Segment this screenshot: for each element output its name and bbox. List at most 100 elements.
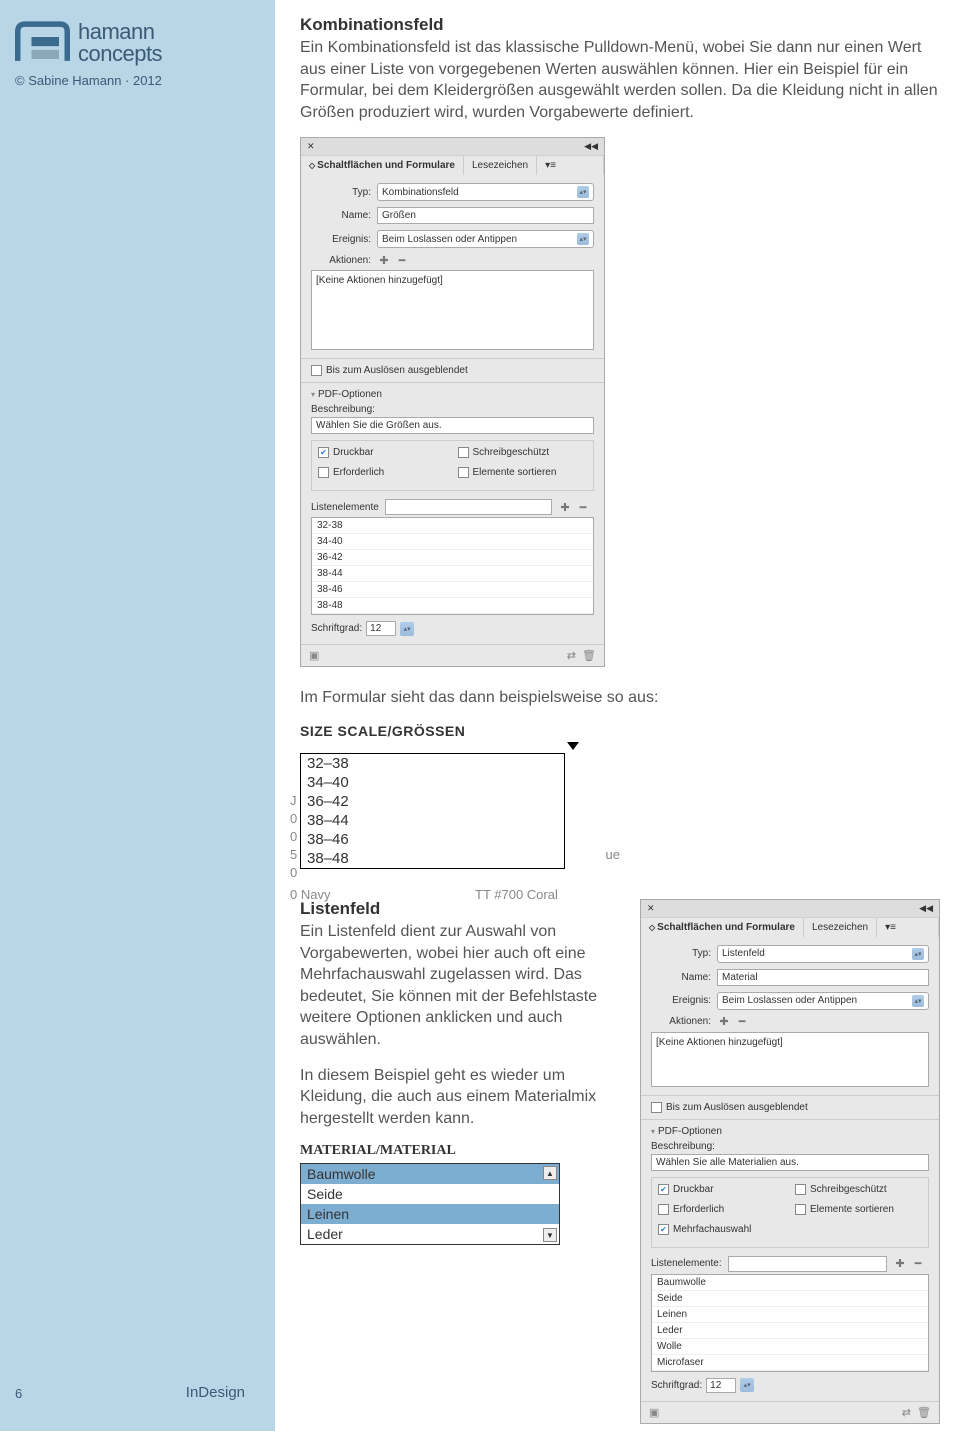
list-item[interactable]: Leder xyxy=(652,1323,928,1339)
chk-sortieren[interactable]: Elemente sortieren xyxy=(458,467,588,478)
scroll-up-icon[interactable]: ▲ xyxy=(543,1166,557,1180)
list-item[interactable]: Microfaser xyxy=(652,1355,928,1371)
chevron-updown-icon: ▴▾ xyxy=(577,186,589,198)
name-field[interactable]: Material xyxy=(717,969,929,986)
tab-bookmarks[interactable]: Lesezeichen xyxy=(804,918,877,937)
convert-icon[interactable]: ⇄ xyxy=(902,1407,911,1419)
beschreibung-field[interactable]: Wählen Sie die Größen aus. xyxy=(311,417,594,434)
name-field[interactable]: Größen xyxy=(377,207,594,224)
chk-hidden-until[interactable]: Bis zum Auslösen ausgeblendet xyxy=(651,1102,929,1113)
brand-line2: concepts xyxy=(78,43,162,65)
chk-mehrfach[interactable]: ✔Mehrfachauswahl xyxy=(658,1224,922,1235)
liste-box[interactable]: 32-38 34-40 36-42 38-44 38-46 38-48 xyxy=(311,517,594,615)
combo-option[interactable]: 36–42 xyxy=(301,792,564,811)
chk-druckbar[interactable]: ✔Druckbar xyxy=(658,1184,785,1195)
liste-add-field[interactable] xyxy=(385,499,552,515)
typ-dropdown[interactable]: Kombinationsfeld▴▾ xyxy=(377,183,594,201)
chevron-updown-icon: ▴▾ xyxy=(577,233,589,245)
stepper-icon[interactable]: ▴▾ xyxy=(400,622,414,636)
list-item[interactable]: Seide xyxy=(652,1291,928,1307)
ereignis-dropdown[interactable]: Beim Loslassen oder Antippen▴▾ xyxy=(717,992,929,1010)
combo-option[interactable]: 34–40 xyxy=(301,773,564,792)
schriftgrad-field[interactable]: 12 xyxy=(706,1378,736,1393)
ereignis-dropdown[interactable]: Beim Loslassen oder Antippen▴▾ xyxy=(377,230,594,248)
add-action-icon[interactable]: ✚ xyxy=(717,1016,731,1028)
remove-item-icon[interactable]: ━ xyxy=(911,1258,925,1270)
tab-forms[interactable]: Schaltflächen und Formulare xyxy=(641,918,804,937)
material-option[interactable]: Leinen xyxy=(301,1204,559,1224)
material-option[interactable]: Leder xyxy=(301,1224,559,1244)
material-option[interactable]: Seide xyxy=(301,1184,559,1204)
close-icon[interactable]: ✕ xyxy=(307,141,315,152)
stepper-icon[interactable]: ▴▾ xyxy=(740,1378,754,1392)
name-label: Name: xyxy=(311,210,371,221)
list-item[interactable]: Wolle xyxy=(652,1339,928,1355)
beschreibung-field[interactable]: Wählen Sie alle Materialien aus. xyxy=(651,1154,929,1171)
list-item[interactable]: 34-40 xyxy=(312,534,593,550)
panel-listenfeld: ✕ ◀◀ Schaltflächen und Formulare Lesezei… xyxy=(640,899,940,1424)
combo-option[interactable]: 38–44 xyxy=(301,811,564,830)
scroll-down-icon[interactable]: ▼ xyxy=(543,1228,557,1242)
typ-dropdown[interactable]: Listenfeld▴▾ xyxy=(717,945,929,963)
combo-option[interactable]: 38–48 xyxy=(301,849,564,868)
material-option[interactable]: Baumwolle xyxy=(301,1164,559,1184)
remove-action-icon[interactable]: ━ xyxy=(735,1016,749,1028)
list-item[interactable]: 38-44 xyxy=(312,566,593,582)
list-item[interactable]: Leinen xyxy=(652,1307,928,1323)
preview-icon[interactable]: ▣ xyxy=(309,649,319,662)
chk-erforderlich[interactable]: Erforderlich xyxy=(318,467,448,478)
logo-icon xyxy=(15,20,70,65)
actions-box[interactable]: [Keine Aktionen hinzugefügt] xyxy=(651,1032,929,1087)
section1-body: Ein Kombinationsfeld ist das klassische … xyxy=(300,37,940,123)
section1-title: Kombinationsfeld xyxy=(300,15,940,35)
actions-box[interactable]: [Keine Aktionen hinzugefügt] xyxy=(311,270,594,350)
liste-add-field[interactable] xyxy=(728,1256,887,1272)
chk-schreibgeschuetzt[interactable]: Schreibgeschützt xyxy=(458,447,588,458)
tab-menu-icon[interactable]: ▾≡ xyxy=(537,156,604,175)
collapse-icon[interactable]: ◀◀ xyxy=(584,141,598,152)
combo-example: SIZE SCALE/GRÖSSEN J 0 0 5 0 ue 0 Navy T… xyxy=(300,723,590,869)
tab-forms[interactable]: Schaltflächen und Formulare xyxy=(301,156,464,175)
panel-kombinationsfeld: ✕ ◀◀ Schaltflächen und Formulare Lesezei… xyxy=(300,137,605,667)
trash-icon[interactable]: 🗑 xyxy=(917,1407,931,1419)
add-item-icon[interactable]: ✚ xyxy=(893,1258,907,1270)
list-item[interactable]: Baumwolle xyxy=(652,1275,928,1291)
pdf-options-toggle[interactable]: PDF-Optionen xyxy=(651,1126,929,1137)
list-item[interactable]: 32-38 xyxy=(312,518,593,534)
remove-item-icon[interactable]: ━ xyxy=(576,501,590,513)
chk-hidden-until[interactable]: Bis zum Auslösen ausgeblendet xyxy=(311,365,594,376)
combo-option[interactable]: 32–38 xyxy=(301,754,564,773)
chk-sortieren[interactable]: Elemente sortieren xyxy=(795,1204,922,1215)
list-item[interactable]: 38-46 xyxy=(312,582,593,598)
chk-druckbar[interactable]: ✔Druckbar xyxy=(318,447,448,458)
trash-icon[interactable]: 🗑 xyxy=(582,650,596,662)
close-icon[interactable]: ✕ xyxy=(647,903,655,914)
name-label: Name: xyxy=(651,972,711,983)
aktionen-label: Aktionen: xyxy=(311,255,371,266)
list-item[interactable]: 38-48 xyxy=(312,598,593,614)
schriftgrad-label: Schriftgrad: xyxy=(651,1380,702,1391)
list-item[interactable]: 36-42 xyxy=(312,550,593,566)
convert-icon[interactable]: ⇄ xyxy=(567,650,576,662)
tab-menu-icon[interactable]: ▾≡ xyxy=(877,918,939,937)
chk-erforderlich[interactable]: Erforderlich xyxy=(658,1204,785,1215)
ereignis-label: Ereignis: xyxy=(311,234,371,245)
liste-label: Listenelemente xyxy=(311,502,379,513)
tab-bookmarks[interactable]: Lesezeichen xyxy=(464,156,537,175)
preview-icon[interactable]: ▣ xyxy=(649,1406,659,1419)
combo-box-open[interactable]: 32–38 34–40 36–42 38–44 38–46 38–48 xyxy=(300,753,565,869)
schriftgrad-field[interactable]: 12 xyxy=(366,621,396,636)
liste-box[interactable]: Baumwolle Seide Leinen Leder Wolle Micro… xyxy=(651,1274,929,1372)
pdf-options-toggle[interactable]: PDF-Optionen xyxy=(311,389,594,400)
combo-option[interactable]: 38–46 xyxy=(301,830,564,849)
sidebar: hamann concepts © Sabine Hamann · 2012 6… xyxy=(0,0,275,1431)
chevron-updown-icon: ▴▾ xyxy=(912,995,924,1007)
remove-action-icon[interactable]: ━ xyxy=(395,254,409,266)
material-example: MATERIAL/MATERIAL ▲ Baumwolle Seide Lein… xyxy=(300,1143,560,1245)
collapse-icon[interactable]: ◀◀ xyxy=(919,903,933,914)
app-name: InDesign xyxy=(186,1384,245,1401)
chk-schreibgeschuetzt[interactable]: Schreibgeschützt xyxy=(795,1184,922,1195)
add-item-icon[interactable]: ✚ xyxy=(558,501,572,513)
add-action-icon[interactable]: ✚ xyxy=(377,254,391,266)
material-select[interactable]: ▲ Baumwolle Seide Leinen Leder ▼ xyxy=(300,1163,560,1245)
